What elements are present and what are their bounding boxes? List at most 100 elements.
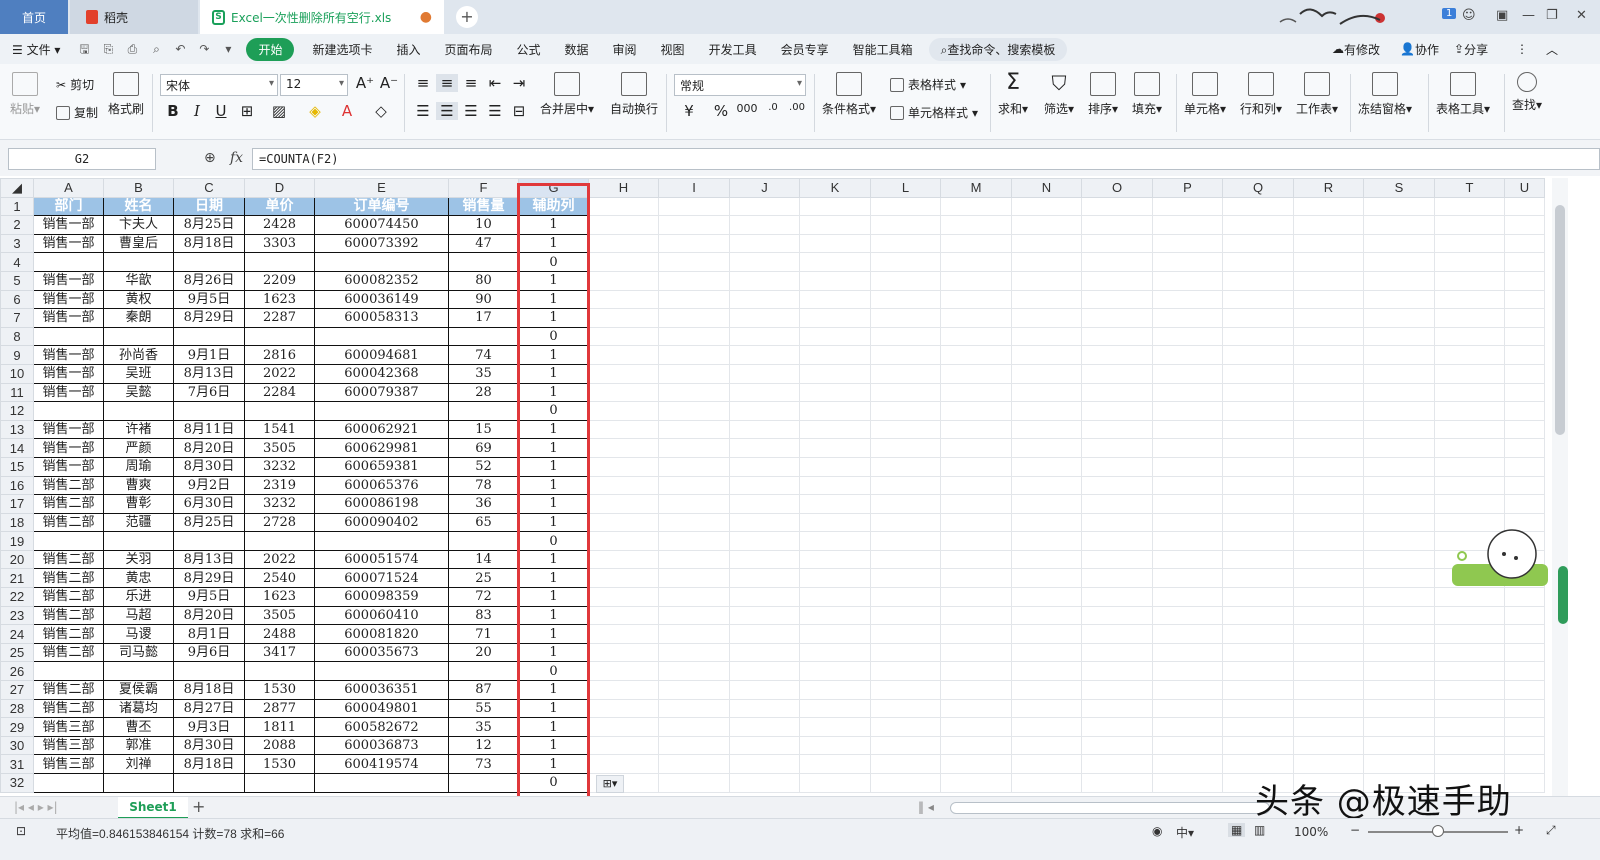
cell[interactable] [1434,754,1505,774]
cell[interactable] [658,308,730,328]
cell[interactable]: 8月13日 [173,363,245,384]
zoom-in-icon[interactable]: + [1514,823,1524,837]
cell[interactable] [940,661,1012,682]
column-header-n[interactable]: N [1011,178,1082,198]
cell[interactable] [729,308,800,328]
cell[interactable]: 3505 [244,605,315,626]
column-header-i[interactable]: I [658,178,730,198]
cell[interactable] [1293,754,1364,774]
cell[interactable] [1504,345,1545,365]
row-header[interactable]: 29 [0,717,34,737]
cell[interactable] [729,494,800,514]
font-color-icon[interactable]: A [336,102,358,120]
cell[interactable] [658,531,730,551]
cell[interactable] [870,419,941,440]
cell[interactable] [1222,326,1294,347]
percent-icon[interactable]: % [710,102,732,120]
cell[interactable] [1222,233,1294,254]
cell[interactable] [870,642,941,663]
menu-tab-home[interactable]: 开始 [246,37,295,61]
cell[interactable]: 1 [518,289,589,310]
cell[interactable] [1293,475,1364,496]
cell[interactable] [1011,605,1082,626]
cell[interactable] [658,661,730,682]
cell[interactable] [314,252,449,272]
cell[interactable]: 刘禅 [103,754,174,774]
cell[interactable] [588,605,659,626]
cell[interactable] [729,456,800,477]
cell[interactable]: 销售一部 [33,363,104,384]
cell[interactable]: 关羽 [103,549,174,570]
cell[interactable] [1434,605,1505,626]
cell[interactable] [1011,773,1082,793]
cell[interactable]: 曹丕 [103,717,174,737]
cell[interactable]: 姓名 [103,196,174,217]
fill-color-icon[interactable]: ◈ [304,102,326,120]
cell[interactable] [1152,196,1223,217]
fullscreen-icon[interactable]: ⤢ [1546,823,1556,838]
cell[interactable] [1011,754,1082,774]
cell[interactable]: 0 [518,531,589,551]
cell[interactable] [799,568,871,589]
cell[interactable] [1363,326,1435,347]
scroll-split-icon[interactable]: ‖ ◂ [918,800,934,814]
cell[interactable]: 600036351 [314,680,449,700]
column-header-c[interactable]: C [173,178,245,198]
cell[interactable] [1434,289,1505,310]
cell[interactable]: 秦朗 [103,308,174,328]
cell[interactable] [729,252,800,272]
cell[interactable]: 1 [518,754,589,774]
cell[interactable] [1081,605,1153,626]
cell[interactable] [1081,642,1153,663]
cell[interactable] [103,401,174,421]
cell[interactable] [870,215,941,235]
cell[interactable] [1011,568,1082,589]
cell[interactable] [1222,512,1294,533]
bold-icon[interactable]: B [162,102,184,120]
menu-file[interactable]: ☰ 文件 ▾ [0,41,72,58]
cell[interactable]: 9月1日 [173,345,245,365]
undo-icon[interactable]: ↶ [172,41,188,57]
cell[interactable] [870,233,941,254]
page-view-icon[interactable]: ▥ [1254,823,1265,837]
row-header[interactable]: 9 [0,345,34,365]
cell[interactable] [1434,456,1505,477]
cell[interactable] [940,735,1012,756]
minimize-icon[interactable]: — [1522,8,1535,23]
cell[interactable]: 17 [448,308,519,328]
cell[interactable]: 8月30日 [173,735,245,756]
cell[interactable]: 0 [518,661,589,682]
cell[interactable] [33,661,104,682]
cell[interactable]: 600079387 [314,382,449,403]
cell[interactable]: 销售二部 [33,512,104,533]
cell[interactable]: 卞夫人 [103,215,174,235]
command-search[interactable]: ⌕查找命令、搜索模板 [928,37,1068,61]
cell[interactable] [173,531,245,551]
cell[interactable]: 87 [448,680,519,700]
cell[interactable]: 1623 [244,289,315,310]
cell[interactable] [588,233,659,254]
cell[interactable] [1222,661,1294,682]
cell[interactable] [1152,270,1223,291]
cell[interactable] [870,289,941,310]
cell[interactable] [799,382,871,403]
cell[interactable] [1152,494,1223,514]
cell[interactable] [1363,270,1435,291]
cell[interactable]: 3417 [244,642,315,663]
collab-button[interactable]: 👤 协作 [1400,34,1439,64]
row-header[interactable]: 1 [0,196,34,217]
cell[interactable] [1152,717,1223,737]
cell[interactable] [870,363,941,384]
skin-icon[interactable]: ▣ [1496,8,1508,23]
cell[interactable] [940,717,1012,737]
cell[interactable] [1081,531,1153,551]
cell[interactable] [1222,438,1294,458]
font-grow-icon[interactable]: A⁺ [354,74,376,92]
cell[interactable]: 2022 [244,549,315,570]
indent-increase-icon[interactable]: ⇥ [508,74,530,92]
cell[interactable] [1363,512,1435,533]
cell[interactable] [448,401,519,421]
cell[interactable] [729,698,800,719]
align-center-icon[interactable]: ☰ [436,102,458,120]
row-header[interactable]: 14 [0,438,34,458]
